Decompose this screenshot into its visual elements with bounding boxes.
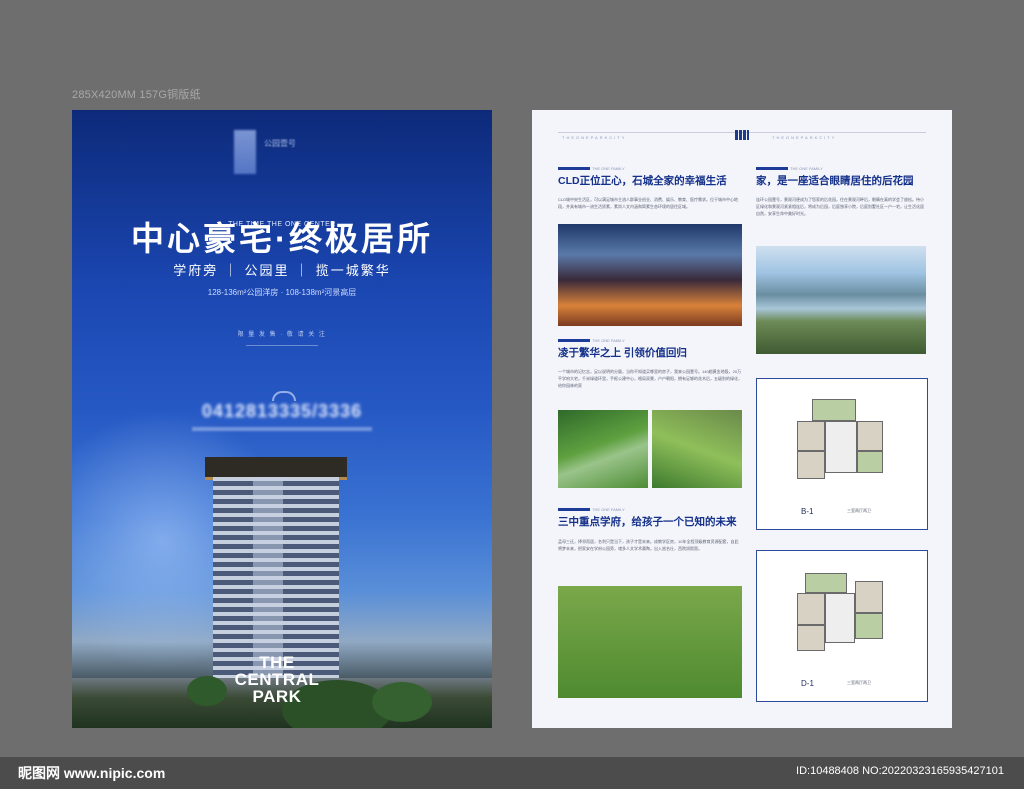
divider (246, 345, 318, 346)
section-heading: 家，是一座适合眼睛居住的后花园 (756, 175, 914, 187)
floor-plan-d1: D-1 三室两厅两卫 (756, 550, 928, 702)
header-text-right: THEONEPARKCITY (772, 135, 837, 140)
section-heading: CLD正位正心，石城全家的幸福生活 (558, 175, 727, 187)
address-blur (192, 427, 372, 431)
tag-line: CENTRAL (234, 670, 320, 689)
back-page: THEONEPARKCITY THEONEPARKCITY THE ONE FA… (532, 110, 952, 728)
print-spec: 285X420MM 157G铜版纸 (72, 89, 201, 101)
brand-mark-icon (735, 130, 749, 140)
logo-text: 公园壹号 (264, 139, 296, 148)
section-en: THE ONE FAMILY (592, 507, 625, 512)
plan-code: D-1 (801, 679, 814, 688)
section-en: THE ONE FAMILY (790, 166, 823, 171)
central-park-tag: THE CENTRAL PARK (207, 654, 347, 705)
header-text-left: THEONEPARKCITY (562, 135, 627, 140)
section-heading: 凌于繁华之上 引领价值回归 (558, 347, 687, 359)
spec-line: 128-136m²公园洋房 · 108-138m²河景高层 (207, 288, 357, 297)
front-poster: 公园壹号 THE TIME THE ONE CENTER 中心豪宅·终极居所 学… (72, 110, 492, 728)
watermark-site: 昵图网 www.nipic.com (18, 765, 166, 781)
park-photo (558, 410, 648, 488)
poster-subtitle: 学府旁 ｜ 公园里 ｜ 揽一城繁华 (173, 263, 391, 278)
section-text: 一个城市的记忆志，足以说明的分量，当你不知道买哪里的房子，我来公园壹号。140趟… (558, 369, 742, 388)
plan-label: 三室两厅两卫 (847, 680, 871, 685)
phone-number: 0412813335/3336 (201, 401, 363, 421)
limit-text: 限 量 发 售 · 敬 请 关 注 (237, 332, 327, 338)
plan-code: B-1 (801, 507, 814, 516)
plan-label: 三室两厅两卫 (847, 508, 871, 513)
tag-line: PARK (252, 687, 302, 706)
section-text: 连环公园壹号，景观河便成为了您家的后花园，住在景观河畔后，眼睛在真的学会了放松。… (756, 197, 924, 216)
floor-plan-b1: B-1 三室两厅两卫 (756, 378, 928, 530)
park-photo (652, 410, 742, 488)
tag-line: THE (259, 653, 295, 672)
section-text: CLD城中央生活区，可以满足城市主流人群事业创业、消费、娱乐、教育、医疗需求。位… (558, 197, 738, 209)
section-text: 孟母三迁，择邻而居，名利只是当下，孩子才是未来。成教学区房，10年全程顶级教育资… (558, 539, 739, 551)
poster-title: 中心豪宅·终极居所 (131, 220, 433, 257)
watermark-id: ID:10488408 NO:20220323165935427101 (796, 765, 1004, 777)
balcony-river-photo (756, 246, 926, 354)
section-en: THE ONE FAMILY (592, 166, 625, 171)
tree (372, 682, 432, 722)
city-night-photo (558, 224, 742, 326)
section-bar (756, 167, 788, 170)
section-en: THE ONE FAMILY (592, 338, 625, 343)
section-bar (558, 167, 590, 170)
phone-icon (272, 391, 296, 401)
logo-icon (234, 130, 256, 174)
section-bar (558, 508, 590, 511)
section-heading: 三中重点学府，给孩子一个已知的未来 (558, 516, 737, 528)
section-bar (558, 339, 590, 342)
children-photo (558, 586, 742, 698)
